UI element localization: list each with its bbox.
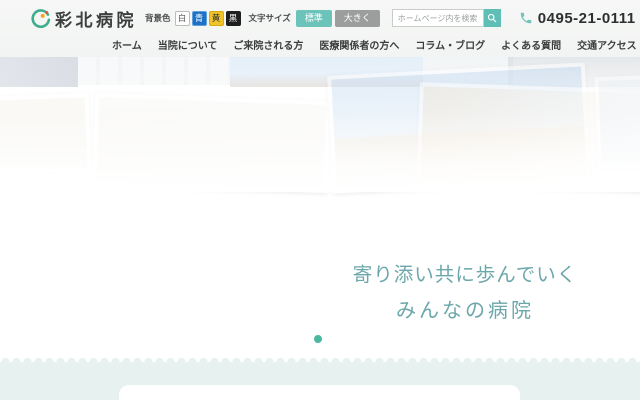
phone-link[interactable]: 0495-21-0111 <box>519 10 636 27</box>
font-size-options: 標準 大きく <box>296 10 380 27</box>
tagline-line2: みんなの病院 <box>340 294 590 323</box>
search-icon <box>487 13 497 23</box>
search-input[interactable] <box>392 9 484 27</box>
font-size-standard-button[interactable]: 標準 <box>296 10 332 27</box>
nav-item-about[interactable]: 当院について <box>158 37 218 52</box>
bg-color-label: 背景色 <box>145 12 171 24</box>
nav-item-medical-professionals[interactable]: 医療関係者の方へ <box>319 37 399 52</box>
phone-number: 0495-21-0111 <box>538 10 636 27</box>
logo-text: 彩北病院 <box>55 6 137 31</box>
nav-item-visitors[interactable]: ご来院される方 <box>233 37 303 52</box>
nav-item-access[interactable]: 交通アクセス <box>577 37 637 52</box>
scalloped-edge <box>0 358 640 362</box>
site-logo[interactable]: 彩北病院 <box>30 6 137 31</box>
carousel-dot[interactable] <box>314 335 322 343</box>
content-card <box>119 385 520 400</box>
main-nav: ホーム 当院について ご来院される方 医療関係者の方へ コラム・ブログ よくある… <box>112 33 640 55</box>
site-search <box>392 9 501 27</box>
bg-color-blue-button[interactable]: 青 <box>192 11 207 26</box>
tagline-line1: 寄り添い共に歩んでいく <box>340 258 590 287</box>
site-header: 彩北病院 背景色 白 青 黄 黒 文字サイズ 標準 大きく <box>0 0 640 57</box>
search-button[interactable] <box>484 9 501 27</box>
bg-color-white-button[interactable]: 白 <box>175 11 190 26</box>
bg-color-black-button[interactable]: 黒 <box>226 11 241 26</box>
nav-item-column-blog[interactable]: コラム・ブログ <box>415 37 485 52</box>
phone-icon <box>519 11 533 25</box>
nav-item-faq[interactable]: よくある質問 <box>501 37 561 52</box>
hero-photo-collage <box>0 57 640 192</box>
font-size-label: 文字サイズ <box>249 12 291 24</box>
bg-color-yellow-button[interactable]: 黄 <box>209 11 224 26</box>
bg-color-options: 白 青 黄 黒 <box>175 11 241 26</box>
font-size-large-button[interactable]: 大きく <box>335 10 380 27</box>
hero-fade-overlay <box>0 57 640 192</box>
hero-section: 寄り添い共に歩んでいく みんなの病院 <box>0 57 640 362</box>
header-utility-row: 彩北病院 背景色 白 青 黄 黒 文字サイズ 標準 大きく <box>30 5 620 31</box>
hero-tagline: 寄り添い共に歩んでいく みんなの病院 <box>340 258 590 323</box>
nav-item-home[interactable]: ホーム <box>112 37 142 52</box>
logo-icon <box>30 8 51 29</box>
content-section <box>0 362 640 400</box>
hospital-homepage: 寄り添い共に歩んでいく みんなの病院 彩北病院 背景色 白 青 黄 <box>0 0 640 400</box>
